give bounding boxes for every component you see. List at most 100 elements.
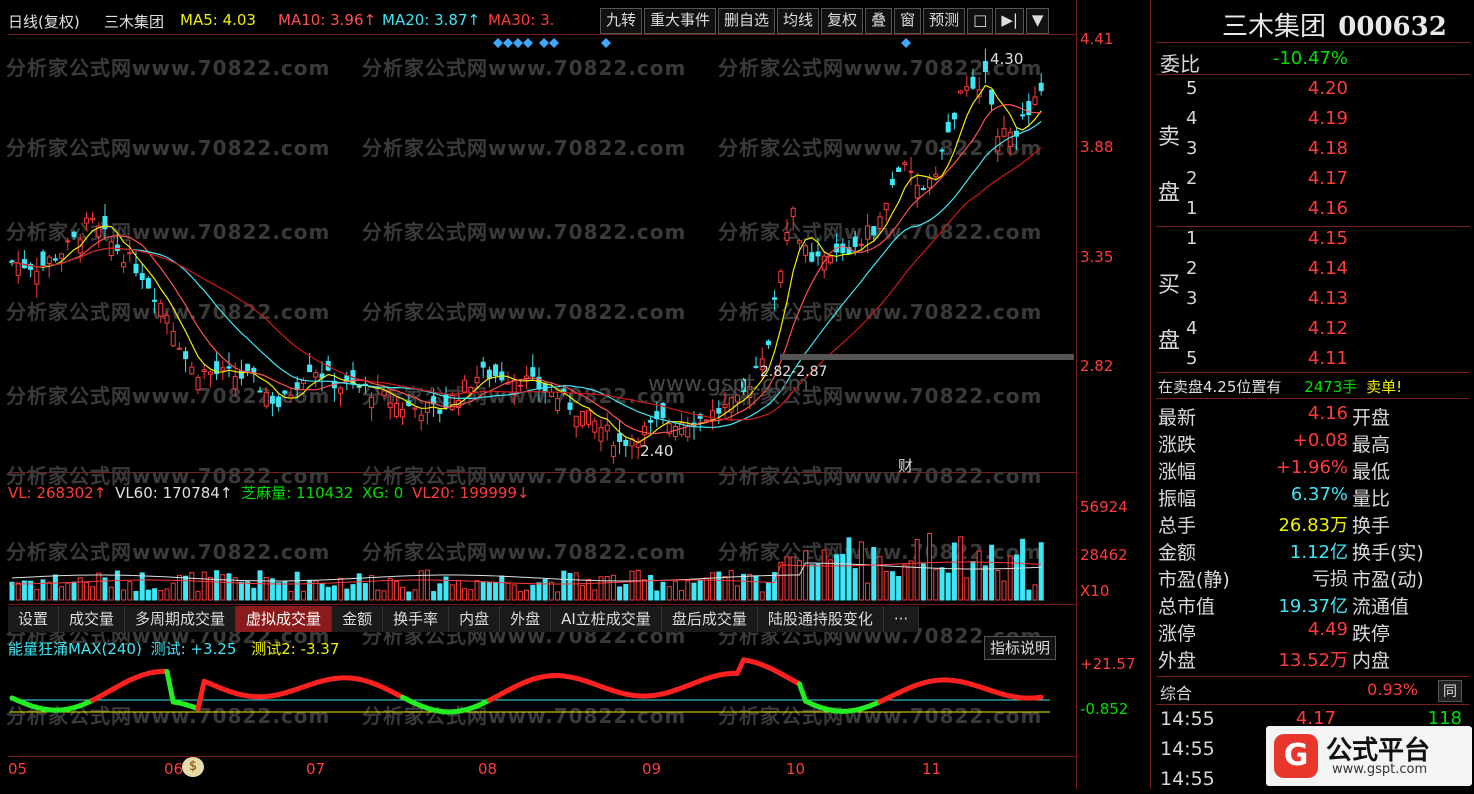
volume-bar [122,590,126,600]
tab-ai-volume[interactable]: AI立桩成交量 [551,606,662,632]
volume-bar [469,590,473,600]
candle-body [35,271,39,284]
divider [1156,372,1470,373]
buy-level-row[interactable]: 2 4.14 [1156,258,1468,284]
candle-body [84,218,88,223]
stat-label-right: 最低 [1352,457,1390,484]
stat-value: 13.52万 [1246,646,1348,672]
volume-bar [506,583,510,600]
volume-bar [673,581,677,600]
candle-body [53,259,57,260]
ma5-line [12,85,1041,442]
tab-more[interactable]: ··· [884,606,919,632]
candle-body [791,208,795,216]
stat-row: 涨停 4.49 跌停 [1156,619,1468,645]
stock-chart[interactable] [0,0,1076,789]
notice-text: 在卖盘4.25位置有 [1158,378,1281,396]
volume-bar [53,575,57,600]
sell-level-row[interactable]: 1 4.16 [1156,198,1468,224]
volume-bar [35,589,39,600]
finance-marker[interactable]: 财 [898,455,913,476]
indicator-explain-button[interactable]: 指标说明 [984,636,1056,660]
candle-body [339,388,343,393]
volume-bar [475,581,479,600]
volume-bar [822,550,826,600]
stat-label-right: 最高 [1352,430,1390,457]
volume-bar [332,586,336,600]
candle-body [890,180,894,185]
volume-bar [233,578,237,600]
volume-bar [587,580,591,600]
buy-level-row[interactable]: 3 4.13 [1156,288,1468,314]
volume-bar [450,585,454,600]
volume-bar [401,587,405,600]
tab-amount[interactable]: 金额 [332,606,383,632]
volume-bar [903,565,907,600]
candle-body [574,416,578,427]
tab-volume[interactable]: 成交量 [59,606,125,632]
candle-body [952,113,956,118]
buy-level-row[interactable]: 1 4.15 [1156,228,1468,254]
volume-bar [345,589,349,600]
tab-northbound[interactable]: 陆股通持股变化 [758,606,884,632]
level-price: 4.16 [1246,198,1348,219]
candle-body [165,315,169,323]
volume-bar [568,573,572,600]
volume-bar [742,574,746,600]
volume-bar [171,583,175,600]
notice-qty: 2473手 [1304,378,1357,396]
candle-body [884,203,888,209]
candle-body [766,341,770,344]
tick-time: 14:55 [1160,708,1215,730]
volume-bar [184,576,188,600]
candle-body [159,303,163,316]
money-bag-icon[interactable]: $ [182,757,204,777]
sell-level-row[interactable]: 5 4.20 [1156,78,1468,104]
level-number: 3 [1186,288,1197,309]
sell-level-row[interactable]: 3 4.18 [1156,138,1468,164]
candle-body [270,396,274,403]
stat-label-right: 换手 [1352,511,1390,538]
tab-turnover[interactable]: 换手率 [383,606,449,632]
candle-body [1002,129,1006,137]
tab-virtual-volume[interactable]: 虚拟成交量 [236,606,332,632]
buy-level-row[interactable]: 5 4.11 [1156,348,1468,374]
stat-row: 最新 4.16 开盘 [1156,403,1468,429]
candle-body [463,380,467,392]
volume-bar [605,577,609,600]
level-number: 5 [1186,348,1197,369]
stat-label: 涨幅 [1158,457,1196,484]
candle-body [221,368,225,370]
signal-diamond-icon [901,38,911,48]
level-number: 1 [1186,228,1197,249]
candle-body [853,237,857,246]
compare-button[interactable]: 同 [1438,680,1462,702]
month-label: 09 [642,760,661,778]
candle-body [128,253,132,254]
candle-body [233,377,237,389]
candle-body [531,368,535,377]
volume-bar [339,578,343,600]
volume-bar [1014,555,1018,600]
tab-settings[interactable]: 设置 [8,606,59,632]
candle-body [481,362,485,367]
sell-level-row[interactable]: 2 4.17 [1156,168,1468,194]
candle-body [673,426,677,436]
tab-after-hours[interactable]: 盘后成交量 [662,606,758,632]
stat-value: 亏损 [1246,565,1348,591]
volume-bar [717,572,721,600]
tab-multi-period-volume[interactable]: 多周期成交量 [125,606,236,632]
volume-bar [649,575,653,600]
volume-bar [835,555,839,600]
tab-inner[interactable]: 内盘 [449,606,500,632]
volume-bar [531,585,535,600]
candle-body [72,232,76,236]
vl20-label: VL20: 199999↓ [412,484,529,502]
candle-body [704,420,708,421]
stat-label-right: 换手(实) [1352,538,1424,565]
sell-level-row[interactable]: 4 4.19 [1156,108,1468,134]
volume-bar [407,592,411,600]
tab-outer[interactable]: 外盘 [500,606,551,632]
buy-level-row[interactable]: 4 4.12 [1156,318,1468,344]
volume-bar [512,585,516,600]
